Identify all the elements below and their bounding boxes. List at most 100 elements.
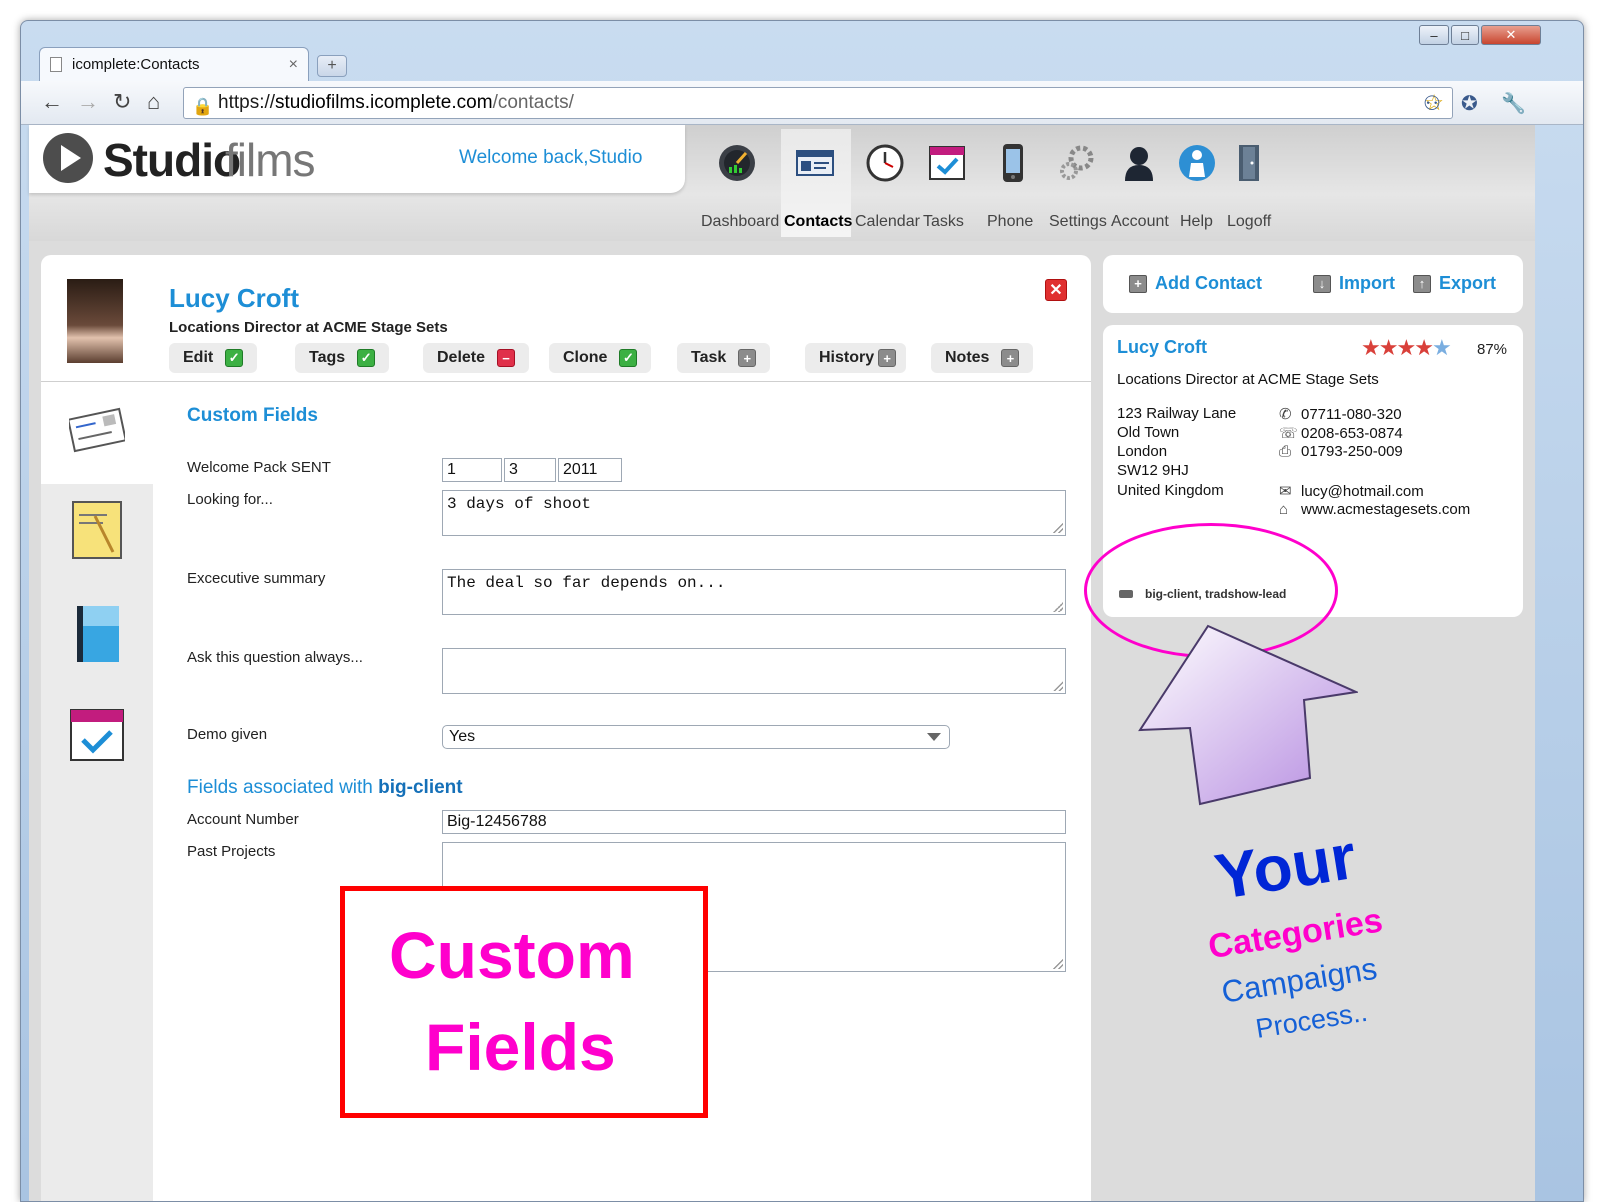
nav-contacts[interactable]: Contacts [784, 213, 852, 231]
nav-account[interactable]: Account [1111, 213, 1169, 231]
contacts-icon[interactable] [795, 143, 835, 183]
chevron-down-icon [927, 733, 941, 741]
done-task-icon[interactable] [69, 706, 125, 766]
exec-summary-textarea[interactable]: The deal so far depends on... [442, 569, 1066, 615]
nav-logoff[interactable]: Logoff [1227, 213, 1271, 231]
import-button[interactable]: ↓ Import [1313, 273, 1395, 294]
nav-settings[interactable]: Settings [1049, 213, 1107, 231]
add-contact-button[interactable]: + Add Contact [1129, 273, 1262, 294]
play-logo-icon [43, 133, 93, 183]
callout-line2: Fields [425, 1010, 616, 1084]
half-star-icon: ★ [1431, 335, 1452, 360]
nav-dashboard[interactable]: Dashboard [701, 213, 779, 231]
checkmark-icon: ✓ [619, 349, 638, 367]
looking-for-label: Looking for... [187, 491, 273, 508]
resize-grip-icon[interactable] [1053, 681, 1063, 691]
wrench-icon[interactable]: 🔧 [1501, 91, 1526, 116]
phone-number[interactable]: ☏ 0208-653-0874 [1279, 424, 1403, 443]
account-number-input[interactable]: Big-12456788 [442, 810, 1066, 834]
tags-label: Tags [309, 349, 346, 366]
account-person-icon[interactable] [1119, 143, 1159, 183]
tags-button[interactable]: Tags ✓ [295, 343, 390, 373]
welcome-pack-month-input[interactable]: 3 [504, 458, 556, 482]
export-icon: ↑ [1413, 274, 1431, 293]
mobile-number[interactable]: ✆ 07711-080-320 [1279, 405, 1402, 424]
fax-value: 01793-250-009 [1301, 443, 1403, 460]
extension-user-icon[interactable]: ⚇ [1423, 91, 1441, 116]
edit-button[interactable]: Edit ✓ [169, 343, 258, 373]
business-card-icon[interactable] [69, 400, 125, 460]
add-contact-label: Add Contact [1155, 273, 1262, 293]
task-button[interactable]: Task + [677, 343, 771, 373]
custom-fields-callout: Custom Fields [340, 886, 708, 1118]
logoff-door-icon[interactable] [1229, 143, 1269, 183]
annotation-your: Your [1210, 819, 1361, 914]
notes-pad-icon[interactable] [69, 500, 125, 560]
ssl-warning-lock-icon: 🔒 [192, 97, 214, 116]
website-link[interactable]: ⌂ www.acmestagesets.com [1279, 501, 1470, 518]
address-line: 123 Railway Lane [1117, 405, 1237, 422]
logo-text-bold: Studio [103, 134, 241, 186]
close-contact-icon[interactable]: ✕ [1045, 279, 1067, 301]
nav-tasks[interactable]: Tasks [923, 213, 964, 231]
associated-heading-prefix: Fields associated with [187, 777, 379, 798]
history-button[interactable]: History + [805, 343, 907, 373]
star-icon: ★ [1378, 335, 1399, 360]
looking-for-value: 3 days of shoot [447, 495, 592, 513]
exec-summary-label: Excecutive summary [187, 570, 326, 587]
contact-sidebar [41, 382, 153, 1201]
associated-heading-tag: big-client [378, 777, 463, 798]
settings-gear-icon[interactable] [1057, 143, 1097, 183]
email-link[interactable]: ✉ lucy@hotmail.com [1279, 482, 1424, 501]
clone-button[interactable]: Clone ✓ [549, 343, 652, 373]
tasks-icon[interactable] [927, 143, 967, 183]
demo-given-select[interactable]: Yes [442, 725, 950, 749]
envelope-icon: ✉ [1279, 483, 1292, 500]
window-close-button[interactable]: ✕ [1481, 25, 1541, 45]
extension-skype-icon[interactable]: ✪ [1461, 91, 1478, 116]
header-divider [41, 381, 1091, 382]
edit-label: Edit [183, 349, 214, 366]
welcome-pack-label: Welcome Pack SENT [187, 459, 331, 476]
up-arrow-icon [1138, 624, 1358, 806]
reload-icon[interactable]: ↻ [113, 89, 131, 115]
star-icon: ★ [1361, 335, 1381, 360]
home-icon[interactable]: ⌂ [147, 89, 160, 115]
welcome-pack-day-input[interactable]: 1 [442, 458, 502, 482]
nav-calendar[interactable]: Calendar [855, 213, 920, 231]
help-icon[interactable] [1177, 143, 1217, 183]
fax-number[interactable]: ⎙ 01793-250-009 [1279, 443, 1403, 460]
minimize-button[interactable]: – [1419, 25, 1449, 45]
star-icon: ★ [1414, 335, 1434, 360]
nav-phone[interactable]: Phone [987, 213, 1033, 231]
resize-grip-icon[interactable] [1053, 523, 1063, 533]
welcome-pack-year-input[interactable]: 2011 [558, 458, 622, 482]
browser-tab[interactable]: icomplete:Contacts × [39, 47, 309, 81]
address-bar[interactable]: 🔒 https://studiofilms.icomplete.com/cont… [183, 87, 1453, 119]
calendar-clock-icon[interactable] [865, 143, 905, 183]
maximize-button[interactable]: □ [1451, 25, 1479, 45]
nav-help[interactable]: Help [1180, 213, 1213, 231]
tab-title: icomplete:Contacts [72, 56, 200, 73]
forward-arrow-icon[interactable]: → [77, 89, 99, 115]
new-tab-button[interactable]: + [317, 55, 347, 77]
import-icon: ↓ [1313, 274, 1331, 293]
looking-for-textarea[interactable]: 3 days of shoot [442, 490, 1066, 536]
resize-grip-icon[interactable] [1053, 602, 1063, 612]
ask-question-label: Ask this question always... [187, 649, 363, 666]
ask-question-textarea[interactable] [442, 648, 1066, 694]
plus-icon: + [1129, 274, 1147, 293]
resize-grip-icon[interactable] [1053, 959, 1063, 969]
tab-close-icon[interactable]: × [289, 56, 298, 74]
fax-icon: ⎙ [1279, 443, 1292, 460]
dashboard-icon[interactable] [717, 143, 757, 183]
contact-name: Lucy Croft [169, 283, 299, 313]
import-label: Import [1339, 273, 1395, 293]
logo-box: Studio films Welcome back,Studio [29, 125, 685, 193]
back-arrow-icon[interactable]: ← [41, 89, 63, 115]
notes-button[interactable]: Notes + [931, 343, 1034, 373]
delete-button[interactable]: Delete − [423, 343, 530, 373]
history-book-icon[interactable] [69, 604, 125, 664]
export-button[interactable]: ↑ Export [1413, 273, 1496, 294]
phone-icon[interactable] [993, 143, 1033, 183]
